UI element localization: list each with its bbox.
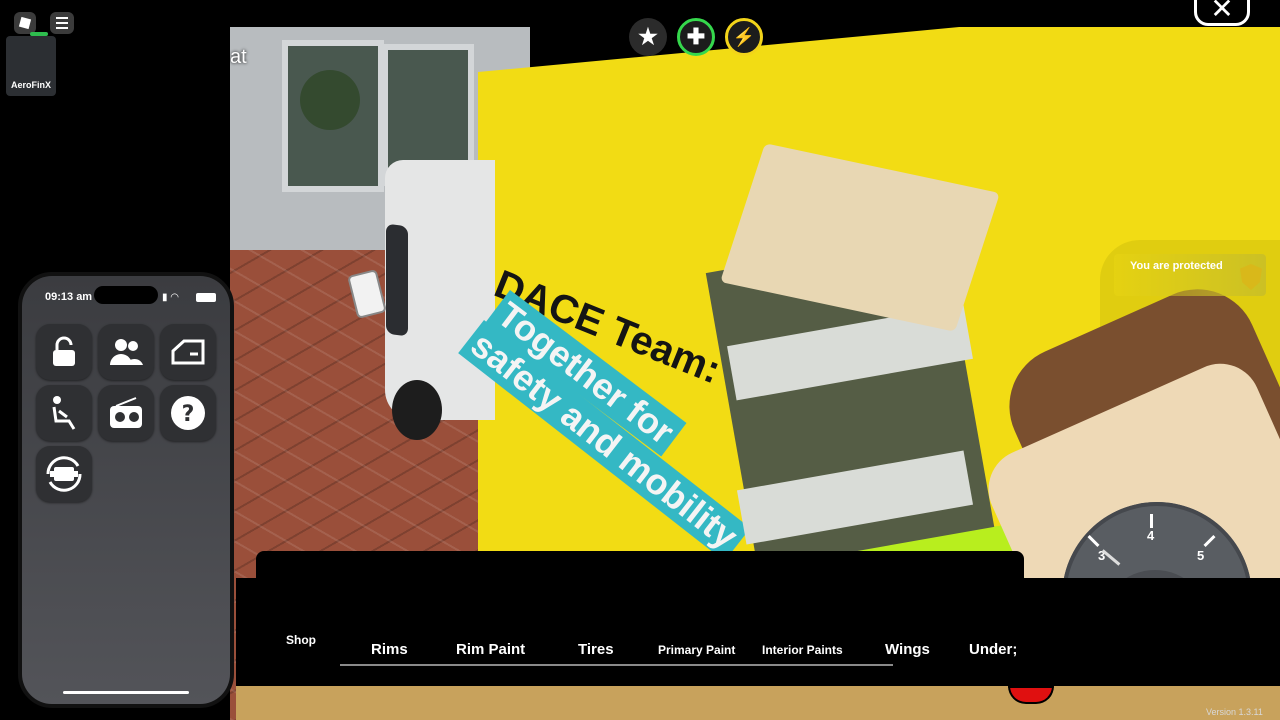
experience-tile-label: AeroFinX [10,80,51,90]
phone-time: 09:13 am [45,291,93,303]
version-label: Version 1.3.11 [1206,707,1263,717]
tab-rims[interactable]: Rims [371,641,408,658]
radio-icon[interactable] [98,385,154,441]
tab-tires[interactable]: Tires [578,641,614,658]
hamburger-menu-icon[interactable] [50,12,74,34]
protection-text: You are protected [1130,260,1223,272]
lightning-icon[interactable]: ⚡ [725,18,763,56]
tab-scroll-thumb[interactable] [340,664,893,666]
tab-underglow[interactable]: Under; [969,641,1017,658]
speedometer-label-5: 5 [1197,548,1205,563]
seat-icon[interactable] [36,385,92,441]
battery-icon [196,293,216,302]
unlock-icon[interactable] [36,324,92,380]
tab-primary-paint[interactable]: Primary Paint [658,643,735,657]
svg-text:?: ? [182,402,195,427]
chat-label[interactable]: at [230,46,247,69]
car-door-icon[interactable] [160,324,216,380]
shop-title: Shop [286,633,316,647]
phone-home-indicator[interactable] [63,691,189,694]
tab-rim-paint[interactable]: Rim Paint [456,641,525,658]
ground-strip [236,686,1280,720]
star-icon[interactable]: ★ [629,18,667,56]
speedometer-label-4: 4 [1147,528,1155,543]
plus-icon[interactable]: ✚ [677,18,715,56]
shop-bar [236,578,1280,686]
close-icon[interactable]: ✕ [1194,0,1250,26]
roblox-logo-icon[interactable] [14,12,36,34]
tree [300,70,360,130]
tab-wings[interactable]: Wings [885,641,930,658]
shop-preview-panel [256,551,1024,581]
engine-icon[interactable] [36,446,92,502]
signal-wifi-icon: ▮ ◠ [162,292,180,303]
speedometer-tick [1150,514,1153,528]
van-window [386,223,408,337]
van-wheel [392,380,442,440]
tab-interior-paints[interactable]: Interior Paints [762,643,843,657]
question-icon[interactable]: ? [160,385,216,441]
people-icon[interactable] [98,324,154,380]
phone-notch [94,286,158,304]
